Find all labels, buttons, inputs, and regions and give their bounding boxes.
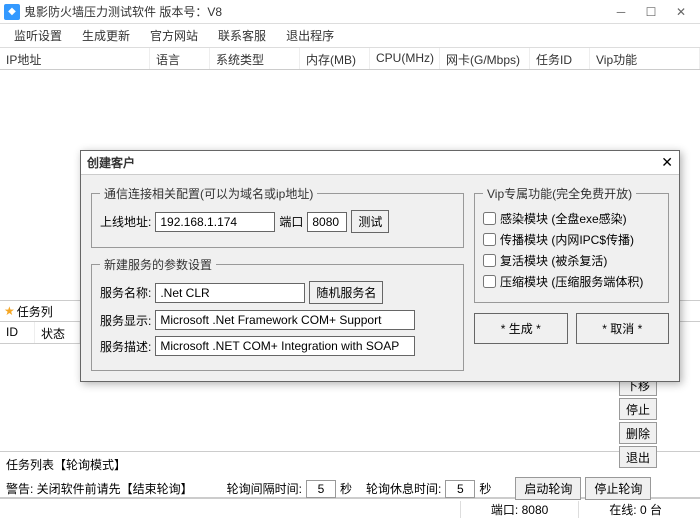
interval-input[interactable] [306, 480, 336, 498]
statusbar: 端口: 8080 在线: 0 台 [0, 498, 700, 520]
dialog-close-icon[interactable]: ✕ [661, 154, 673, 171]
random-name-button[interactable]: 随机服务名 [309, 281, 383, 304]
service-fieldset: 新建服务的参数设置 服务名称: 随机服务名 服务显示: 服务描述: [91, 256, 464, 371]
menubar: 监听设置 生成更新 官方网站 联系客服 退出程序 [0, 24, 700, 48]
menu-generate[interactable]: 生成更新 [72, 25, 140, 46]
col-os: 系统类型 [210, 48, 300, 69]
addr-input[interactable] [155, 212, 275, 232]
minimize-button[interactable]: ─ [606, 2, 636, 22]
addr-label: 上线地址: [100, 213, 151, 230]
menu-listen[interactable]: 监听设置 [4, 25, 72, 46]
close-button[interactable]: ✕ [666, 2, 696, 22]
interval-unit: 秒 [340, 480, 352, 497]
svc-name-label: 服务名称: [100, 284, 151, 301]
tcol-status: 状态 [35, 322, 80, 343]
delete-button[interactable]: 删除 [619, 422, 657, 444]
titlebar: ◆ 鬼影防火墙压力测试软件 版本号：V8 ─ ☐ ✕ [0, 0, 700, 24]
col-lang: 语言 [150, 48, 210, 69]
star-icon: ★ [4, 304, 15, 318]
config-bar: 任务列表【轮询模式】 警告: 关闭软件前请先【结束轮询】 轮询间隔时间: 秒 轮… [0, 452, 700, 498]
spread-checkbox[interactable] [483, 233, 496, 246]
menu-exit[interactable]: 退出程序 [276, 25, 344, 46]
comm-legend: 通信连接相关配置(可以为域名或ip地址) [100, 185, 317, 202]
stop-button[interactable]: 停止 [619, 398, 657, 420]
interval-label: 轮询间隔时间: [227, 480, 302, 497]
warning-label: 警告: 关闭软件前请先【结束轮询】 [6, 480, 193, 497]
svc-disp-label: 服务显示: [100, 312, 151, 329]
menu-website[interactable]: 官方网站 [140, 25, 208, 46]
svc-desc-input[interactable] [155, 336, 415, 356]
col-taskid: 任务ID [530, 48, 590, 69]
port-input[interactable] [307, 212, 347, 232]
comm-fieldset: 通信连接相关配置(可以为域名或ip地址) 上线地址: 端口 测试 [91, 185, 464, 248]
col-nic: 网卡(G/Mbps) [440, 48, 530, 69]
main-table-header: IP地址 语言 系统类型 内存(MB) CPU(MHz) 网卡(G/Mbps) … [0, 48, 700, 70]
port-label: 端口: [491, 503, 518, 517]
app-icon: ◆ [4, 4, 20, 20]
port-value: 8080 [522, 503, 549, 517]
svc-name-input[interactable] [155, 283, 305, 303]
col-ip: IP地址 [0, 48, 150, 69]
compress-label: 压缩模块 (压缩服务端体积) [500, 273, 643, 290]
svc-desc-label: 服务描述: [100, 338, 151, 355]
online-label: 在线: [609, 503, 636, 517]
spread-label: 传播模块 (内网IPC$传播) [500, 231, 634, 248]
create-client-dialog: 创建客户 ✕ 通信连接相关配置(可以为域名或ip地址) 上线地址: 端口 测试 … [80, 150, 680, 382]
cancel-button[interactable]: * 取消 * [576, 313, 670, 344]
window-title: 鬼影防火墙压力测试软件 版本号：V8 [24, 3, 606, 20]
rest-input[interactable] [445, 480, 475, 498]
revive-checkbox[interactable] [483, 254, 496, 267]
test-button[interactable]: 测试 [351, 210, 389, 233]
rest-unit: 秒 [479, 480, 491, 497]
col-vip: Vip功能 [590, 48, 700, 69]
revive-label: 复活模块 (被杀复活) [500, 252, 607, 269]
service-legend: 新建服务的参数设置 [100, 256, 216, 273]
compress-checkbox[interactable] [483, 275, 496, 288]
dialog-title: 创建客户 [87, 154, 661, 171]
generate-button[interactable]: * 生成 * [474, 313, 568, 344]
col-cpu: CPU(MHz) [370, 48, 440, 69]
infect-label: 感染模块 (全盘exe感染) [500, 210, 627, 227]
col-mem: 内存(MB) [300, 48, 370, 69]
menu-contact[interactable]: 联系客服 [208, 25, 276, 46]
svc-disp-input[interactable] [155, 310, 415, 330]
vip-fieldset: Vip专属功能(完全免费开放) 感染模块 (全盘exe感染) 传播模块 (内网I… [474, 185, 669, 303]
exit-button[interactable]: 退出 [619, 446, 657, 468]
maximize-button[interactable]: ☐ [636, 2, 666, 22]
rest-label: 轮询休息时间: [366, 480, 441, 497]
poll-mode-label: 任务列表【轮询模式】 [6, 456, 126, 473]
tasklist-title: 任务列 [17, 303, 53, 320]
start-poll-button[interactable]: 启动轮询 [515, 477, 581, 500]
stop-poll-button[interactable]: 停止轮询 [585, 477, 651, 500]
vip-legend: Vip专属功能(完全免费开放) [483, 185, 636, 202]
tcol-id: ID [0, 322, 35, 343]
online-value: 0 台 [640, 503, 662, 517]
port-label: 端口 [279, 213, 303, 230]
infect-checkbox[interactable] [483, 212, 496, 225]
